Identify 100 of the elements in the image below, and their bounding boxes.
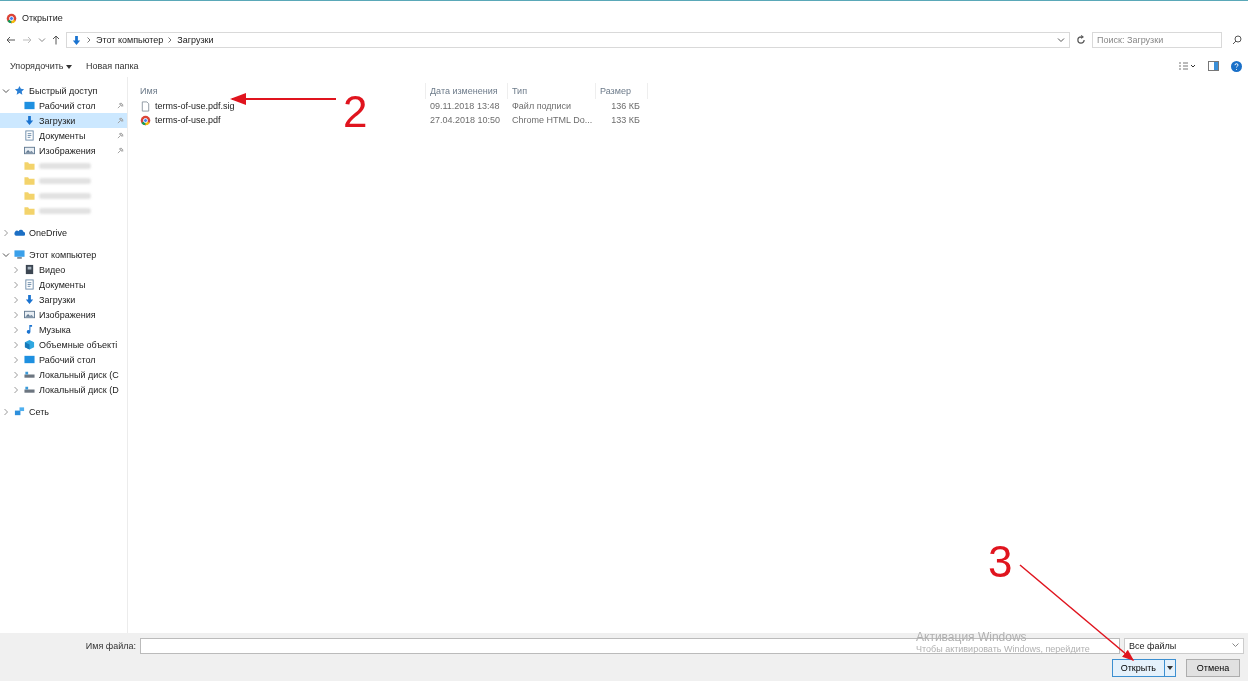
column-header[interactable]: Тип [508, 83, 596, 99]
breadcrumb-separator-icon [168, 37, 173, 43]
nav-label: Изображения [39, 309, 96, 320]
nav-label: Изображения [39, 145, 96, 156]
organize-button[interactable]: Упорядочить [6, 59, 77, 73]
chevron-icon[interactable] [12, 310, 20, 319]
column-header[interactable]: Размер [596, 83, 648, 99]
window-title: Открытие [22, 13, 63, 23]
nav-label: OneDrive [29, 227, 67, 238]
caret-icon [1167, 665, 1173, 670]
pictures-icon [24, 309, 35, 320]
chevron-icon[interactable] [12, 295, 20, 304]
cloud-icon [14, 227, 25, 238]
activation-notice-text: Чтобы активировать Windows, перейдите [916, 644, 1090, 654]
nav-label: Быстрый доступ [29, 85, 98, 96]
chevron-icon[interactable] [12, 280, 20, 289]
activation-notice-title: Активация Windows [916, 630, 1028, 644]
folder-icon [24, 190, 35, 201]
breadcrumb[interactable]: Загрузки [177, 35, 214, 45]
nav-item[interactable]: Рабочий стол [0, 352, 127, 367]
search-field[interactable]: Поиск: Загрузки [1092, 32, 1222, 48]
nav-label: Рабочий стол [39, 100, 96, 111]
refresh-icon[interactable] [1076, 35, 1086, 45]
nav-item[interactable]: Документы [0, 277, 127, 292]
dropdown-icon[interactable] [1057, 36, 1065, 44]
address-bar[interactable]: Этот компьютер Загрузки [66, 32, 1070, 48]
folder-icon [24, 205, 35, 216]
nav-item[interactable]: Изображения [0, 143, 127, 158]
pin-icon[interactable] [117, 102, 124, 109]
breadcrumb[interactable]: Этот компьютер [96, 35, 164, 45]
nav-item[interactable]: Музыка [0, 322, 127, 337]
browser-logo-icon [6, 12, 17, 24]
nav-label: Объемные объекті [39, 339, 118, 350]
download-arrow-icon [71, 34, 82, 46]
nav-item[interactable]: Загрузки [0, 292, 127, 307]
up-icon[interactable] [52, 35, 60, 45]
nav-item[interactable]: Объемные объекті [0, 337, 127, 352]
nav-item[interactable]: Изображения [0, 307, 127, 322]
cube-icon [24, 339, 35, 350]
nav-label: Музыка [39, 324, 71, 335]
document-icon [24, 279, 35, 290]
download-arrow-icon [24, 294, 35, 305]
recent-dropdown-icon[interactable] [38, 36, 46, 44]
chevron-icon[interactable] [12, 370, 20, 379]
preview-pane-icon[interactable] [1208, 61, 1219, 71]
chevron-icon[interactable] [12, 385, 20, 394]
filename-label: Имя файла: [84, 640, 136, 651]
file-name: terms-of-use.pdf.sig [155, 101, 235, 111]
size-cell-text: 136 КБ [610, 100, 641, 113]
caret-icon [66, 65, 73, 69]
chevron-icon[interactable] [2, 86, 10, 95]
breadcrumb-separator-icon [87, 37, 91, 43]
folder-icon [24, 175, 35, 186]
nav-item[interactable]: Локальный диск (D [0, 382, 127, 397]
file-name: terms-of-use.pdf [155, 115, 221, 125]
nav-item[interactable]: Документы [0, 128, 127, 143]
chevron-icon[interactable] [12, 265, 20, 274]
date-cell-text: 09.11.2018 13:48 [429, 100, 501, 113]
cancel-button[interactable]: Отмена [1186, 658, 1240, 677]
back-icon[interactable] [6, 36, 16, 44]
desktop-icon [24, 354, 35, 365]
pin-icon[interactable] [117, 132, 124, 139]
view-options-icon[interactable] [1178, 61, 1196, 71]
nav-item[interactable]: Сеть [0, 404, 127, 419]
nav-label: Локальный диск (С [39, 369, 119, 380]
nav-item[interactable]: Загрузки [0, 113, 127, 128]
help-icon[interactable] [1231, 60, 1242, 72]
nav-label: Локальный диск (D [39, 384, 119, 395]
nav-label: Этот компьютер [29, 249, 97, 260]
pin-icon[interactable] [117, 147, 124, 154]
file-type-dropdown[interactable]: Все файлы [1124, 637, 1244, 654]
chevron-icon[interactable] [2, 250, 10, 259]
column-header[interactable]: Дата изменения [426, 83, 508, 99]
document-icon [24, 130, 35, 141]
annotation-number: 3 [988, 540, 1013, 584]
chevron-icon[interactable] [2, 228, 10, 237]
chevron-icon[interactable] [12, 340, 20, 349]
pin-icon[interactable] [117, 117, 124, 124]
nav-label: Загрузки [39, 294, 76, 305]
browser-logo-icon [140, 114, 151, 126]
computer-icon [14, 249, 25, 260]
desktop-icon [24, 100, 35, 111]
drive-icon [24, 384, 35, 395]
new-folder-button[interactable]: Новая папка [82, 59, 143, 73]
chevron-icon[interactable] [12, 325, 20, 334]
date-cell-text: 27.04.2018 10:50 [429, 114, 502, 127]
nav-item[interactable]: Рабочий стол [0, 98, 127, 113]
open-button[interactable]: Открыть [1111, 658, 1176, 677]
nav-item[interactable]: OneDrive [0, 225, 127, 240]
type-cell-text: Chrome HTML Do... [511, 114, 594, 127]
nav-item[interactable]: Видео [0, 262, 127, 277]
pictures-icon [24, 145, 35, 156]
nav-label: Загрузки [39, 115, 76, 126]
forward-icon[interactable] [22, 36, 32, 44]
chevron-icon[interactable] [2, 407, 10, 416]
search-icon[interactable] [1232, 35, 1242, 45]
nav-item[interactable]: Этот компьютер [0, 247, 127, 262]
nav-item[interactable]: Быстрый доступ [0, 83, 127, 98]
nav-item[interactable]: Локальный диск (С [0, 367, 127, 382]
chevron-icon[interactable] [12, 355, 20, 364]
